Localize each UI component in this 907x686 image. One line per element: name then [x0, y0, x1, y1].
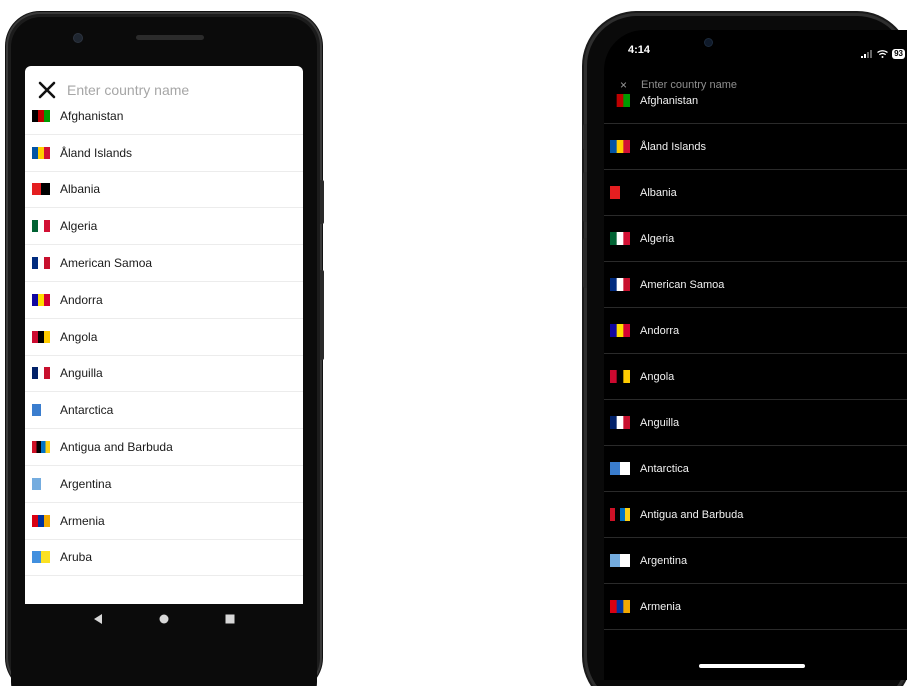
status-time: 4:14 [628, 44, 651, 56]
country-name: Aruba [60, 550, 93, 565]
country-item[interactable]: Aruba [25, 540, 303, 577]
country-item[interactable]: Afghanistan [604, 78, 907, 124]
country-name: Anguilla [640, 416, 680, 429]
country-name: Afghanistan [640, 94, 699, 107]
country-item[interactable]: Andorra [604, 308, 907, 354]
american-samoa-flag-icon [610, 278, 630, 291]
battery-indicator: 93 [892, 49, 905, 59]
country-list: Afghanistan Åland Islands Albania Algeria Am… [25, 98, 303, 577]
android-nav-bar [25, 604, 303, 638]
country-name: Argentina [60, 476, 112, 491]
country-name: Antarctica [640, 462, 689, 475]
wifi-icon [877, 45, 888, 63]
albania-flag-icon [610, 186, 630, 199]
power-button [320, 180, 324, 224]
country-name: Armenia [60, 513, 105, 528]
country-list: Afghanistan Åland Islands Albania Algeria Am… [604, 94, 907, 630]
country-item[interactable]: Algeria [604, 216, 907, 262]
country-name: American Samoa [640, 278, 725, 291]
country-name: Åland Islands [640, 140, 707, 153]
aland-islands-flag-icon [32, 146, 50, 159]
country-name: Angola [640, 370, 675, 383]
andorra-flag-icon [32, 293, 50, 306]
country-name: Antarctica [60, 403, 114, 418]
aland-islands-flag-icon [610, 140, 630, 153]
antarctica-flag-icon [610, 462, 630, 475]
country-name: Antigua and Barbuda [640, 508, 744, 521]
argentina-flag-icon [32, 477, 50, 490]
country-name: American Samoa [60, 256, 153, 271]
angola-flag-icon [610, 370, 630, 383]
antigua-and-barbuda-flag-icon [32, 441, 50, 454]
afghanistan-flag-icon [610, 94, 630, 107]
volume-up-button [583, 172, 587, 222]
country-item[interactable]: Åland Islands [604, 124, 907, 170]
country-item[interactable]: Albania [604, 170, 907, 216]
volume-button [320, 270, 324, 360]
country-item[interactable]: Andorra [25, 282, 303, 319]
country-name: Algeria [60, 219, 98, 234]
volume-down-button [583, 238, 587, 288]
country-item[interactable]: Anguilla [25, 356, 303, 393]
country-item[interactable]: Antigua and Barbuda [604, 492, 907, 538]
armenia-flag-icon [32, 514, 50, 527]
country-item[interactable]: Armenia [25, 503, 303, 540]
country-name: Armenia [640, 600, 681, 613]
country-item[interactable]: Afghanistan [25, 98, 303, 135]
country-name: Argentina [640, 554, 688, 567]
country-item[interactable]: American Samoa [604, 262, 907, 308]
android-country-picker: Afghanistan Åland Islands Albania Algeria Am… [25, 66, 303, 604]
country-item[interactable]: American Samoa [25, 245, 303, 282]
country-item[interactable]: Angola [25, 319, 303, 356]
country-name: Algeria [640, 232, 675, 245]
angola-flag-icon [32, 330, 50, 343]
country-item[interactable]: Åland Islands [25, 135, 303, 172]
ios-country-picker: 4:14 93 × AfghanistanÅland IslandsAlbani… [604, 30, 907, 680]
albania-flag-icon [32, 183, 50, 196]
armenia-flag-icon [610, 600, 630, 613]
argentina-flag-icon [610, 554, 630, 567]
country-item[interactable]: Argentina [604, 538, 907, 584]
aruba-flag-icon [32, 551, 50, 564]
anguilla-flag-icon [610, 416, 630, 429]
search-input[interactable] [67, 82, 267, 98]
front-camera [705, 39, 712, 46]
country-item[interactable]: Anguilla [604, 400, 907, 446]
front-camera [74, 34, 82, 42]
antarctica-flag-icon [32, 404, 50, 417]
mute-switch [583, 124, 587, 150]
country-name: Andorra [640, 324, 680, 337]
country-item[interactable]: Antarctica [25, 392, 303, 430]
home-indicator[interactable] [699, 664, 805, 668]
country-name: Albania [60, 182, 101, 197]
close-icon[interactable] [37, 80, 57, 100]
algeria-flag-icon [32, 220, 50, 233]
country-name: Andorra [60, 292, 103, 307]
anguilla-flag-icon [32, 367, 50, 380]
status-icons: 93 [861, 45, 905, 63]
back-icon[interactable] [92, 612, 104, 630]
country-item[interactable]: Antigua and Barbuda [25, 429, 303, 466]
algeria-flag-icon [610, 232, 630, 245]
afghanistan-flag-icon [32, 109, 50, 122]
country-item[interactable]: Armenia [604, 584, 907, 630]
country-item[interactable]: Antarctica [604, 446, 907, 492]
country-name: Antigua and Barbuda [60, 440, 173, 455]
country-item[interactable]: Angola [604, 354, 907, 400]
country-name: Afghanistan [60, 108, 124, 123]
country-item[interactable]: Argentina [25, 466, 303, 503]
country-name: Anguilla [60, 366, 103, 381]
american-samoa-flag-icon [32, 257, 50, 270]
antigua-and-barbuda-flag-icon [610, 508, 630, 521]
country-item[interactable]: Albania [25, 172, 303, 209]
signal-icon [861, 45, 873, 63]
andorra-flag-icon [610, 324, 630, 337]
earpiece-speaker [136, 35, 204, 40]
country-item[interactable]: Algeria [25, 208, 303, 246]
home-icon[interactable] [158, 612, 170, 630]
recents-icon[interactable] [224, 612, 236, 630]
country-name: Angola [60, 329, 98, 344]
country-name: Albania [640, 186, 677, 199]
country-name: Åland Islands [60, 145, 133, 160]
